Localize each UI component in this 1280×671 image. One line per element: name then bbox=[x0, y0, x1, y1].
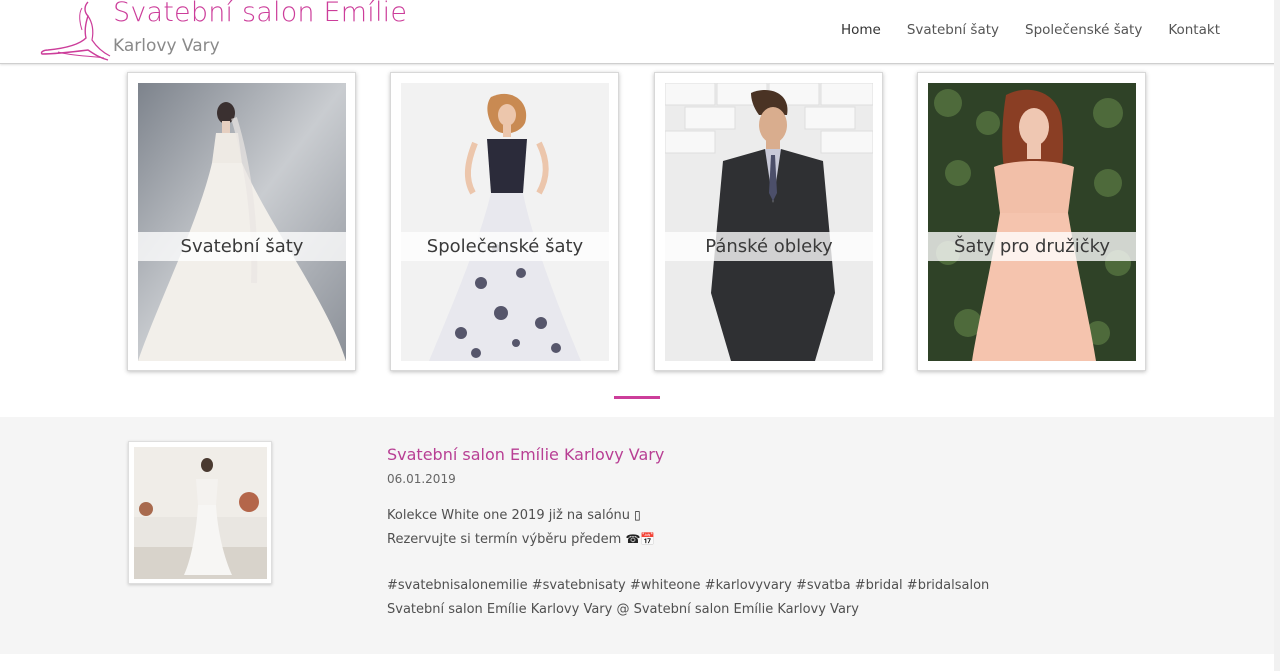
section-divider bbox=[614, 396, 660, 399]
category-label: Šaty pro družičky bbox=[953, 236, 1111, 257]
post: Svatební salon Emílie Karlovy Vary 06.01… bbox=[387, 445, 1087, 621]
category-label-band: Společenské šaty bbox=[401, 232, 609, 261]
category-label: Společenské šaty bbox=[426, 236, 584, 257]
nav-contact[interactable]: Kontakt bbox=[1168, 22, 1220, 38]
evening-dress-photo bbox=[401, 83, 609, 361]
bride-silhouette-icon bbox=[40, 1, 111, 61]
phone-calendar-icon: ☎📅 bbox=[625, 531, 656, 546]
mens-suit-photo bbox=[665, 83, 873, 361]
site-logo[interactable]: Svatební salon Emílie Karlovy Vary bbox=[38, 0, 418, 62]
nav-home[interactable]: Home bbox=[841, 22, 881, 38]
nav-evening-dresses[interactable]: Společenské šaty bbox=[1025, 22, 1142, 38]
post-date: 06.01.2019 bbox=[387, 472, 456, 486]
logo-subtitle: Karlovy Vary bbox=[113, 36, 220, 56]
category-cards: Svatební šaty Společenské šaty Pánské ob… bbox=[127, 72, 1149, 372]
main-nav: Home Svatební šaty Společenské šaty Kont… bbox=[841, 22, 1220, 38]
category-label-band: Pánské obleky bbox=[665, 232, 873, 261]
category-label: Svatební šaty bbox=[180, 236, 304, 257]
nav-wedding-dresses[interactable]: Svatební šaty bbox=[907, 22, 999, 38]
category-label: Pánské obleky bbox=[705, 236, 833, 257]
post-photo bbox=[134, 447, 267, 579]
news-section: Svatební salon Emílie Karlovy Vary 06.01… bbox=[0, 417, 1280, 654]
post-title[interactable]: Svatební salon Emílie Karlovy Vary bbox=[387, 445, 1087, 464]
wedding-dress-photo bbox=[138, 83, 346, 361]
category-card-bridesmaid[interactable]: Šaty pro družičky bbox=[917, 72, 1146, 371]
site-header: Svatební salon Emílie Karlovy Vary Home … bbox=[0, 0, 1280, 64]
post-body: Kolekce White one 2019 již na salónu ▯ R… bbox=[387, 504, 1087, 621]
page-scrollbar[interactable] bbox=[1274, 0, 1280, 671]
post-line-collection: Kolekce White one 2019 již na salónu ▯ bbox=[387, 508, 641, 523]
post-hashtags: #svatebnisalonemilie #svatebnisaty #whit… bbox=[387, 578, 990, 593]
category-card-wedding[interactable]: Svatební šaty bbox=[127, 72, 356, 371]
category-card-menswear[interactable]: Pánské obleky bbox=[654, 72, 883, 371]
post-thumbnail[interactable] bbox=[128, 441, 272, 584]
post-location: Svatební salon Emílie Karlovy Vary @ Sva… bbox=[387, 601, 859, 617]
category-card-evening[interactable]: Společenské šaty bbox=[390, 72, 619, 371]
emoji-placeholder-icon: ▯ bbox=[634, 508, 641, 522]
bridesmaid-dress-photo bbox=[928, 83, 1136, 361]
category-label-band: Šaty pro družičky bbox=[928, 232, 1136, 261]
category-label-band: Svatební šaty bbox=[138, 232, 346, 261]
logo-title: Svatební salon Emílie bbox=[113, 0, 408, 28]
post-line-reservation: Rezervujte si termín výběru předem ☎📅 bbox=[387, 531, 656, 547]
